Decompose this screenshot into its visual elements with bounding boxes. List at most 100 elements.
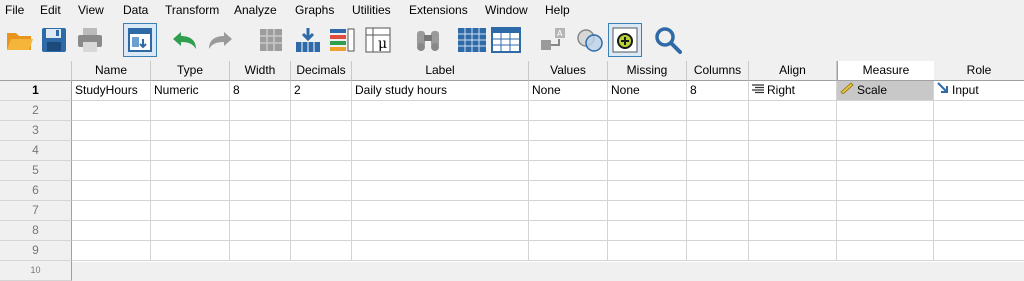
- empty-cell[interactable]: [687, 221, 749, 241]
- empty-cell[interactable]: [749, 121, 837, 141]
- empty-cell[interactable]: [291, 141, 352, 161]
- column-header-columns[interactable]: Columns: [687, 61, 749, 81]
- menu-view[interactable]: View: [78, 3, 104, 17]
- row-number[interactable]: 8: [0, 221, 72, 241]
- row-number[interactable]: 10: [0, 261, 72, 281]
- empty-cell[interactable]: [151, 101, 230, 121]
- empty-cell[interactable]: [291, 221, 352, 241]
- cell-values[interactable]: None: [529, 81, 608, 101]
- cell-columns[interactable]: 8: [687, 81, 749, 101]
- goto-variable-icon[interactable]: [292, 24, 324, 56]
- variables-icon[interactable]: [326, 24, 358, 56]
- empty-cell[interactable]: [72, 101, 151, 121]
- empty-cell[interactable]: [352, 101, 529, 121]
- row-number[interactable]: 9: [0, 241, 72, 261]
- empty-cell[interactable]: [352, 181, 529, 201]
- empty-cell[interactable]: [151, 241, 230, 261]
- empty-cell[interactable]: [291, 101, 352, 121]
- row-number[interactable]: 6: [0, 181, 72, 201]
- empty-cell[interactable]: [687, 181, 749, 201]
- search-icon[interactable]: [652, 24, 684, 56]
- empty-cell[interactable]: [291, 121, 352, 141]
- empty-cell[interactable]: [72, 141, 151, 161]
- empty-cell[interactable]: [687, 101, 749, 121]
- recall-dialog-icon[interactable]: [123, 23, 157, 57]
- menu-help[interactable]: Help: [545, 3, 570, 17]
- empty-cell[interactable]: [687, 141, 749, 161]
- corner-cell[interactable]: [0, 61, 72, 81]
- value-labels-icon[interactable]: [608, 23, 642, 57]
- run-descriptives-icon[interactable]: μ: [362, 24, 394, 56]
- empty-cell[interactable]: [291, 201, 352, 221]
- empty-cell[interactable]: [529, 141, 608, 161]
- find-icon[interactable]: [412, 24, 444, 56]
- column-header-missing[interactable]: Missing: [608, 61, 687, 81]
- empty-cell[interactable]: [608, 181, 687, 201]
- menu-analyze[interactable]: Analyze: [234, 3, 277, 17]
- empty-cell[interactable]: [934, 181, 1024, 201]
- empty-cell[interactable]: [230, 101, 291, 121]
- empty-cell[interactable]: [151, 161, 230, 181]
- empty-cell[interactable]: [749, 201, 837, 221]
- column-header-align[interactable]: Align: [749, 61, 837, 81]
- open-folder-icon[interactable]: [4, 24, 36, 56]
- empty-cell[interactable]: [151, 141, 230, 161]
- empty-cell[interactable]: [608, 241, 687, 261]
- empty-cell[interactable]: [837, 121, 934, 141]
- row-number[interactable]: 4: [0, 141, 72, 161]
- empty-cell[interactable]: [934, 101, 1024, 121]
- column-header-width[interactable]: Width: [230, 61, 291, 81]
- undo-icon[interactable]: [168, 24, 200, 56]
- empty-cell[interactable]: [352, 241, 529, 261]
- empty-cell[interactable]: [291, 161, 352, 181]
- menu-data[interactable]: Data: [123, 3, 148, 17]
- empty-cell[interactable]: [230, 121, 291, 141]
- cell-decimals[interactable]: 2: [291, 81, 352, 101]
- empty-cell[interactable]: [934, 161, 1024, 181]
- empty-cell[interactable]: [352, 141, 529, 161]
- empty-cell[interactable]: [608, 221, 687, 241]
- save-icon[interactable]: [38, 24, 70, 56]
- empty-cell[interactable]: [749, 241, 837, 261]
- empty-cell[interactable]: [72, 201, 151, 221]
- empty-cell[interactable]: [934, 201, 1024, 221]
- row-number[interactable]: 1: [0, 81, 72, 101]
- menu-utilities[interactable]: Utilities: [352, 3, 391, 17]
- empty-cell[interactable]: [529, 181, 608, 201]
- empty-cell[interactable]: [608, 121, 687, 141]
- empty-cell[interactable]: [608, 201, 687, 221]
- menu-file[interactable]: File: [5, 3, 24, 17]
- insert-cases-icon[interactable]: [456, 24, 488, 56]
- empty-cell[interactable]: [749, 141, 837, 161]
- menu-transform[interactable]: Transform: [165, 3, 219, 17]
- empty-cell[interactable]: [529, 101, 608, 121]
- empty-cell[interactable]: [72, 241, 151, 261]
- empty-cell[interactable]: [291, 241, 352, 261]
- menu-graphs[interactable]: Graphs: [295, 3, 334, 17]
- empty-cell[interactable]: [529, 221, 608, 241]
- menu-window[interactable]: Window: [485, 3, 528, 17]
- cell-width[interactable]: 8: [230, 81, 291, 101]
- cell-type[interactable]: Numeric: [151, 81, 230, 101]
- cell-label[interactable]: Daily study hours: [352, 81, 529, 101]
- row-number[interactable]: 7: [0, 201, 72, 221]
- row-number[interactable]: 3: [0, 121, 72, 141]
- empty-cell[interactable]: [837, 221, 934, 241]
- empty-cell[interactable]: [230, 221, 291, 241]
- cell-role[interactable]: Input: [934, 81, 1024, 101]
- row-number[interactable]: 2: [0, 101, 72, 121]
- empty-cell[interactable]: [608, 141, 687, 161]
- empty-cell[interactable]: [151, 181, 230, 201]
- empty-cell[interactable]: [352, 161, 529, 181]
- empty-cell[interactable]: [934, 241, 1024, 261]
- empty-cell[interactable]: [934, 221, 1024, 241]
- empty-cell[interactable]: [687, 241, 749, 261]
- goto-case-icon[interactable]: [255, 24, 287, 56]
- empty-cell[interactable]: [230, 161, 291, 181]
- cell-align[interactable]: Right: [749, 81, 837, 101]
- empty-cell[interactable]: [352, 221, 529, 241]
- empty-cell[interactable]: [749, 181, 837, 201]
- column-header-role[interactable]: Role: [934, 61, 1024, 81]
- empty-cell[interactable]: [151, 221, 230, 241]
- empty-cell[interactable]: [151, 201, 230, 221]
